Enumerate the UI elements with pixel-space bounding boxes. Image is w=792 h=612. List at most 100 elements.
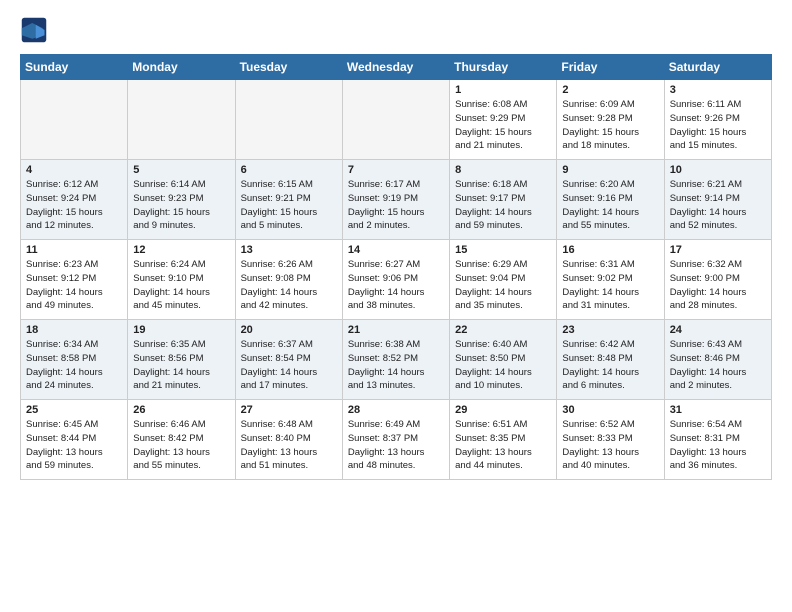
calendar-cell: 13 Sunrise: 6:26 AM Sunset: 9:08 PM Dayli… (235, 240, 342, 320)
calendar-cell: 30 Sunrise: 6:52 AM Sunset: 8:33 PM Dayli… (557, 400, 664, 480)
day-info: Sunrise: 6:26 AM Sunset: 9:08 PM Dayligh… (241, 258, 337, 313)
calendar-cell (342, 80, 449, 160)
day-number: 10 (670, 164, 766, 176)
calendar-cell: 26 Sunrise: 6:46 AM Sunset: 8:42 PM Dayli… (128, 400, 235, 480)
day-info: Sunrise: 6:23 AM Sunset: 9:12 PM Dayligh… (26, 258, 122, 313)
calendar-cell: 28 Sunrise: 6:49 AM Sunset: 8:37 PM Dayli… (342, 400, 449, 480)
day-info: Sunrise: 6:27 AM Sunset: 9:06 PM Dayligh… (348, 258, 444, 313)
day-number: 24 (670, 324, 766, 336)
calendar-cell (21, 80, 128, 160)
day-info: Sunrise: 6:29 AM Sunset: 9:04 PM Dayligh… (455, 258, 551, 313)
day-info: Sunrise: 6:20 AM Sunset: 9:16 PM Dayligh… (562, 178, 658, 233)
weekday-header: Wednesday (342, 55, 449, 80)
day-info: Sunrise: 6:54 AM Sunset: 8:31 PM Dayligh… (670, 418, 766, 473)
day-info: Sunrise: 6:48 AM Sunset: 8:40 PM Dayligh… (241, 418, 337, 473)
day-info: Sunrise: 6:46 AM Sunset: 8:42 PM Dayligh… (133, 418, 229, 473)
day-number: 9 (562, 164, 658, 176)
calendar-cell: 14 Sunrise: 6:27 AM Sunset: 9:06 PM Dayli… (342, 240, 449, 320)
day-info: Sunrise: 6:42 AM Sunset: 8:48 PM Dayligh… (562, 338, 658, 393)
calendar-cell: 4Sunrise: 6:12 AM Sunset: 9:24 PM Daylig… (21, 160, 128, 240)
calendar-week-row: 1 Sunrise: 6:08 AM Sunset: 9:29 PM Daylig… (21, 80, 772, 160)
calendar-cell: 19 Sunrise: 6:35 AM Sunset: 8:56 PM Dayli… (128, 320, 235, 400)
day-number: 5 (133, 164, 229, 176)
day-number: 29 (455, 404, 551, 416)
calendar-table: SundayMondayTuesdayWednesdayThursdayFrid… (20, 54, 772, 480)
calendar-cell: 24 Sunrise: 6:43 AM Sunset: 8:46 PM Dayli… (664, 320, 771, 400)
day-info: Sunrise: 6:45 AM Sunset: 8:44 PM Dayligh… (26, 418, 122, 473)
day-number: 20 (241, 324, 337, 336)
calendar-cell: 23Sunrise: 6:42 AM Sunset: 8:48 PM Dayli… (557, 320, 664, 400)
calendar-cell: 31 Sunrise: 6:54 AM Sunset: 8:31 PM Dayli… (664, 400, 771, 480)
calendar-cell: 15 Sunrise: 6:29 AM Sunset: 9:04 PM Dayli… (450, 240, 557, 320)
day-info: Sunrise: 6:11 AM Sunset: 9:26 PM Dayligh… (670, 98, 766, 153)
weekday-header: Tuesday (235, 55, 342, 80)
weekday-header: Saturday (664, 55, 771, 80)
day-info: Sunrise: 6:49 AM Sunset: 8:37 PM Dayligh… (348, 418, 444, 473)
day-info: Sunrise: 6:15 AM Sunset: 9:21 PM Dayligh… (241, 178, 337, 233)
calendar-week-row: 4Sunrise: 6:12 AM Sunset: 9:24 PM Daylig… (21, 160, 772, 240)
weekday-header: Thursday (450, 55, 557, 80)
calendar-cell: 29 Sunrise: 6:51 AM Sunset: 8:35 PM Dayli… (450, 400, 557, 480)
day-info: Sunrise: 6:37 AM Sunset: 8:54 PM Dayligh… (241, 338, 337, 393)
calendar-cell: 21 Sunrise: 6:38 AM Sunset: 8:52 PM Dayli… (342, 320, 449, 400)
day-number: 28 (348, 404, 444, 416)
weekday-header: Friday (557, 55, 664, 80)
day-info: Sunrise: 6:31 AM Sunset: 9:02 PM Dayligh… (562, 258, 658, 313)
calendar-cell: 17Sunrise: 6:32 AM Sunset: 9:00 PM Dayli… (664, 240, 771, 320)
day-info: Sunrise: 6:18 AM Sunset: 9:17 PM Dayligh… (455, 178, 551, 233)
calendar-week-row: 11Sunrise: 6:23 AM Sunset: 9:12 PM Dayli… (21, 240, 772, 320)
day-number: 13 (241, 244, 337, 256)
calendar-cell: 2 Sunrise: 6:09 AM Sunset: 9:28 PM Daylig… (557, 80, 664, 160)
day-number: 12 (133, 244, 229, 256)
day-number: 21 (348, 324, 444, 336)
weekday-header: Monday (128, 55, 235, 80)
calendar-cell: 5 Sunrise: 6:14 AM Sunset: 9:23 PM Daylig… (128, 160, 235, 240)
day-info: Sunrise: 6:40 AM Sunset: 8:50 PM Dayligh… (455, 338, 551, 393)
calendar-cell: 12 Sunrise: 6:24 AM Sunset: 9:10 PM Dayli… (128, 240, 235, 320)
day-number: 30 (562, 404, 658, 416)
day-number: 19 (133, 324, 229, 336)
calendar-cell: 16 Sunrise: 6:31 AM Sunset: 9:02 PM Dayli… (557, 240, 664, 320)
calendar-cell (235, 80, 342, 160)
day-number: 18 (26, 324, 122, 336)
day-info: Sunrise: 6:21 AM Sunset: 9:14 PM Dayligh… (670, 178, 766, 233)
calendar-cell: 1 Sunrise: 6:08 AM Sunset: 9:29 PM Daylig… (450, 80, 557, 160)
day-number: 31 (670, 404, 766, 416)
day-number: 15 (455, 244, 551, 256)
day-number: 16 (562, 244, 658, 256)
calendar-cell: 6Sunrise: 6:15 AM Sunset: 9:21 PM Daylig… (235, 160, 342, 240)
day-number: 8 (455, 164, 551, 176)
calendar-header-row: SundayMondayTuesdayWednesdayThursdayFrid… (21, 55, 772, 80)
calendar-page: SundayMondayTuesdayWednesdayThursdayFrid… (0, 0, 792, 496)
day-info: Sunrise: 6:38 AM Sunset: 8:52 PM Dayligh… (348, 338, 444, 393)
calendar-cell: 7 Sunrise: 6:17 AM Sunset: 9:19 PM Daylig… (342, 160, 449, 240)
calendar-cell: 27Sunrise: 6:48 AM Sunset: 8:40 PM Dayli… (235, 400, 342, 480)
day-info: Sunrise: 6:08 AM Sunset: 9:29 PM Dayligh… (455, 98, 551, 153)
day-info: Sunrise: 6:43 AM Sunset: 8:46 PM Dayligh… (670, 338, 766, 393)
calendar-cell (128, 80, 235, 160)
day-info: Sunrise: 6:17 AM Sunset: 9:19 PM Dayligh… (348, 178, 444, 233)
day-info: Sunrise: 6:51 AM Sunset: 8:35 PM Dayligh… (455, 418, 551, 473)
day-number: 3 (670, 84, 766, 96)
day-number: 26 (133, 404, 229, 416)
day-info: Sunrise: 6:14 AM Sunset: 9:23 PM Dayligh… (133, 178, 229, 233)
calendar-cell: 20 Sunrise: 6:37 AM Sunset: 8:54 PM Dayli… (235, 320, 342, 400)
day-number: 7 (348, 164, 444, 176)
day-info: Sunrise: 6:24 AM Sunset: 9:10 PM Dayligh… (133, 258, 229, 313)
logo (20, 16, 52, 44)
page-header (20, 16, 772, 44)
day-number: 4 (26, 164, 122, 176)
calendar-cell: 25Sunrise: 6:45 AM Sunset: 8:44 PM Dayli… (21, 400, 128, 480)
calendar-cell: 11Sunrise: 6:23 AM Sunset: 9:12 PM Dayli… (21, 240, 128, 320)
day-info: Sunrise: 6:52 AM Sunset: 8:33 PM Dayligh… (562, 418, 658, 473)
day-info: Sunrise: 6:32 AM Sunset: 9:00 PM Dayligh… (670, 258, 766, 313)
day-number: 14 (348, 244, 444, 256)
day-number: 1 (455, 84, 551, 96)
calendar-cell: 9 Sunrise: 6:20 AM Sunset: 9:16 PM Daylig… (557, 160, 664, 240)
day-number: 2 (562, 84, 658, 96)
day-info: Sunrise: 6:34 AM Sunset: 8:58 PM Dayligh… (26, 338, 122, 393)
day-info: Sunrise: 6:09 AM Sunset: 9:28 PM Dayligh… (562, 98, 658, 153)
day-number: 22 (455, 324, 551, 336)
calendar-cell: 10 Sunrise: 6:21 AM Sunset: 9:14 PM Dayli… (664, 160, 771, 240)
day-info: Sunrise: 6:35 AM Sunset: 8:56 PM Dayligh… (133, 338, 229, 393)
